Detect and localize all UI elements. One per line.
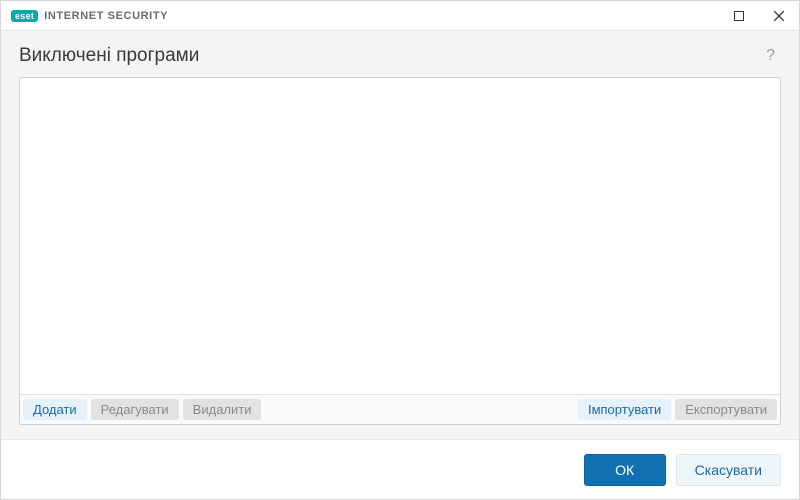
ok-button[interactable]: ОК bbox=[584, 454, 666, 486]
edit-button: Редагувати bbox=[91, 399, 179, 420]
import-button[interactable]: Імпортувати bbox=[578, 399, 671, 420]
panel-toolbar: Додати Редагувати Видалити Імпортувати Е… bbox=[20, 394, 780, 424]
header-row: Виключені програми ? bbox=[19, 45, 781, 67]
app-window: eset INTERNET SECURITY Виключені програм… bbox=[0, 0, 800, 500]
maximize-icon bbox=[734, 11, 744, 21]
content-area: Виключені програми ? Додати Редагувати В… bbox=[1, 31, 799, 439]
help-button[interactable]: ? bbox=[760, 45, 781, 67]
window-controls bbox=[719, 1, 799, 31]
maximize-button[interactable] bbox=[719, 1, 759, 31]
brand-logo: eset bbox=[11, 10, 38, 22]
excluded-apps-panel: Додати Редагувати Видалити Імпортувати Е… bbox=[19, 77, 781, 425]
dialog-footer: ОК Скасувати bbox=[1, 439, 799, 499]
delete-button: Видалити bbox=[183, 399, 262, 420]
toolbar-spacer bbox=[265, 399, 573, 420]
close-button[interactable] bbox=[759, 1, 799, 31]
help-icon: ? bbox=[766, 47, 775, 64]
excluded-apps-list[interactable] bbox=[20, 78, 780, 394]
export-button: Експортувати bbox=[675, 399, 777, 420]
page-title: Виключені програми bbox=[19, 45, 199, 67]
add-button[interactable]: Додати bbox=[23, 399, 87, 420]
cancel-button[interactable]: Скасувати bbox=[676, 454, 781, 486]
close-icon bbox=[774, 11, 784, 21]
brand-text: INTERNET SECURITY bbox=[44, 10, 168, 22]
titlebar: eset INTERNET SECURITY bbox=[1, 1, 799, 31]
